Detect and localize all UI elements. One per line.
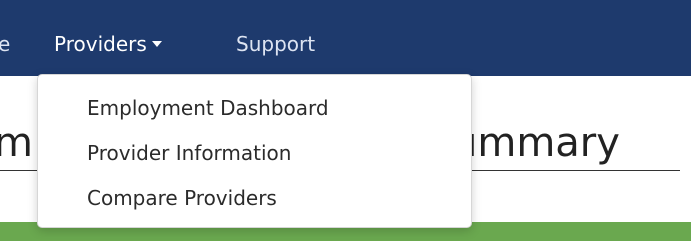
dropdown-item-provider-information[interactable]: Provider Information: [87, 140, 291, 166]
dropdown-item-employment-dashboard[interactable]: Employment Dashboard: [87, 95, 329, 121]
caret-down-icon: [151, 41, 162, 47]
nav-item-partial[interactable]: e: [0, 31, 10, 57]
page-title-left-fragment: m: [0, 120, 33, 166]
page-title-right-fragment: ummary: [452, 120, 620, 166]
top-navbar: e Providers Support: [0, 0, 691, 76]
providers-dropdown-menu: Employment Dashboard Provider Informatio…: [37, 74, 472, 228]
nav-providers-label: Providers: [54, 32, 147, 56]
nav-item-providers[interactable]: Providers: [54, 31, 162, 57]
dropdown-item-compare-providers[interactable]: Compare Providers: [87, 185, 277, 211]
nav-item-support[interactable]: Support: [236, 31, 315, 57]
